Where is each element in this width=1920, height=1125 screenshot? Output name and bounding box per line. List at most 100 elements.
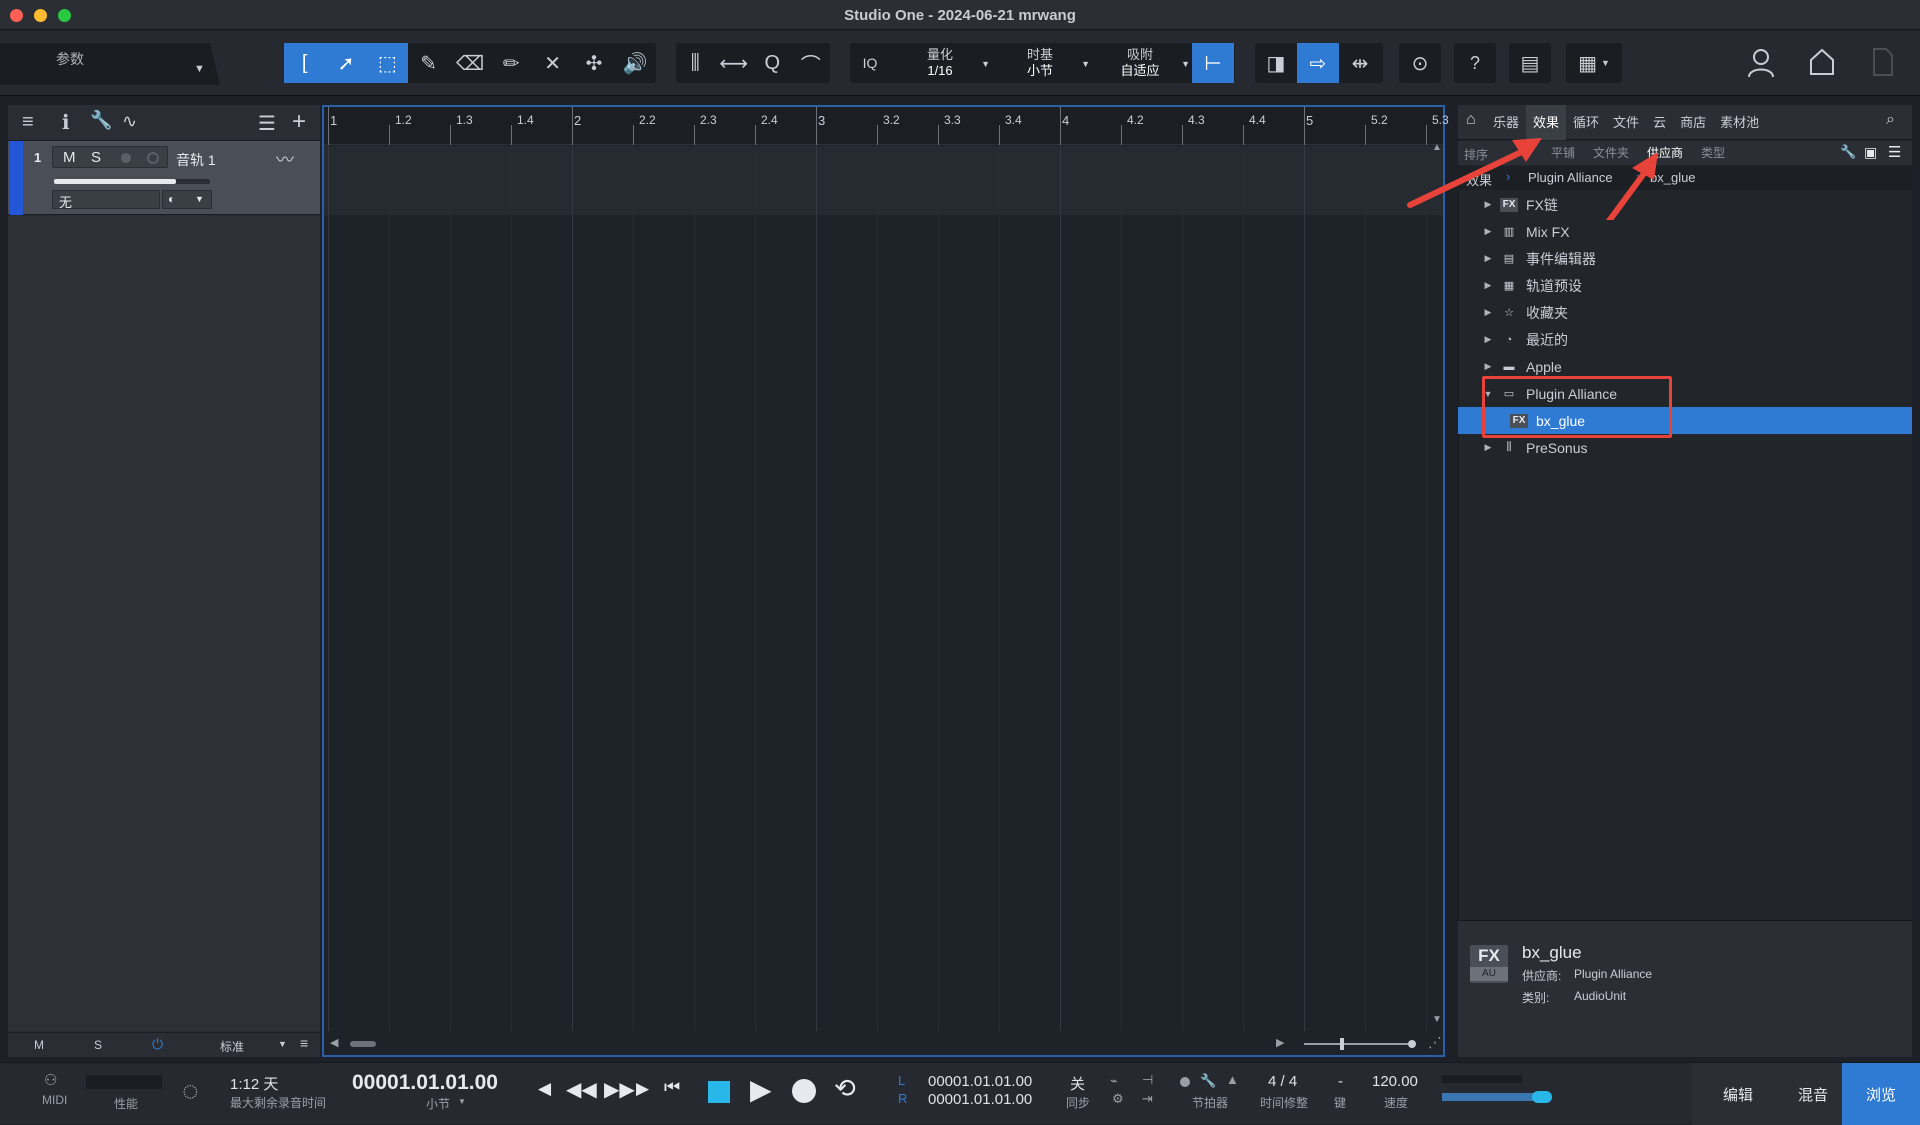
menu-icon[interactable]: ≡ [22, 111, 34, 134]
browse-page-button[interactable]: 浏览 [1842, 1063, 1920, 1125]
browser-tab[interactable]: 素材池 [1713, 105, 1766, 140]
scroll-left-icon[interactable]: ◀ [330, 1036, 338, 1049]
monitor-button[interactable] [147, 152, 159, 164]
precount-icon[interactable]: ⌁ [1110, 1073, 1118, 1089]
loop-start[interactable]: 00001.01.01.00 [928, 1073, 1032, 1090]
list-icon[interactable]: ☰ [1888, 143, 1901, 161]
caret-right-icon[interactable]: ▶ [1482, 226, 1494, 237]
horizontal-scroll-thumb[interactable] [350, 1041, 376, 1047]
wrench-icon[interactable]: 🔧 [90, 110, 112, 131]
marker-prev-button[interactable]: ◀ [538, 1079, 551, 1099]
power-icon[interactable]: ⏻ [152, 1036, 163, 1053]
paint-tool-button[interactable]: ✎ [408, 43, 449, 83]
home-button[interactable] [1807, 46, 1837, 78]
arrow-tool-button[interactable]: ➚ [325, 43, 367, 83]
caret-right-icon[interactable]: ▶ [1482, 442, 1494, 453]
volume-slider[interactable] [54, 179, 210, 184]
layout-grid-button[interactable]: ▦ ▼ [1566, 43, 1622, 83]
help-button[interactable]: ? [1454, 43, 1496, 83]
loop-end[interactable]: 00001.01.01.00 [928, 1091, 1032, 1108]
snap-toggle-button[interactable]: ⊢ [1192, 43, 1234, 83]
metronome-toggle[interactable] [1180, 1077, 1190, 1087]
video-button[interactable]: ▤ [1509, 43, 1551, 83]
bend-tool-button[interactable]: ✣ [573, 43, 614, 83]
timebase-selector[interactable]: 时基 小节 ▼ [990, 47, 1090, 79]
tree-item[interactable]: ▶ ▤ 事件编辑器 [1458, 245, 1912, 272]
sync-value[interactable]: 关 [1070, 1073, 1085, 1094]
eraser-tool-button[interactable]: ⌫ [449, 43, 490, 83]
tree-item[interactable]: ▶ ⫼ PreSonus [1458, 434, 1912, 461]
performance-meter[interactable] [86, 1075, 162, 1089]
info-icon[interactable]: ℹ [62, 110, 70, 135]
settings-gear-icon[interactable]: ⚙ [1112, 1091, 1124, 1107]
list-icon[interactable]: ≡ [300, 1035, 308, 1051]
vertical-scrollbar[interactable]: ▲ ▼ [1431, 142, 1443, 1031]
metronome-settings-icon[interactable]: 🔧 [1200, 1073, 1216, 1089]
footer-solo[interactable]: S [94, 1038, 102, 1052]
return-to-start-button[interactable]: ⏮ [664, 1077, 680, 1098]
tempo-value[interactable]: 120.00 [1372, 1073, 1418, 1090]
key-value[interactable]: - [1338, 1073, 1343, 1090]
track-name[interactable]: 音轨 1 [176, 150, 216, 170]
caret-right-icon[interactable]: ▶ [1482, 253, 1494, 264]
preroll-icon[interactable]: ⇥ [1142, 1091, 1153, 1107]
zoom-slider[interactable] [1304, 1038, 1416, 1050]
caret-right-icon[interactable]: ▶ [1482, 361, 1494, 372]
tree-item[interactable]: ▶ ◔ 最近的 [1458, 326, 1912, 353]
edit-page-button[interactable]: 编辑 [1692, 1063, 1784, 1125]
metronome-icon[interactable]: ▲ [1226, 1072, 1239, 1087]
iq-button[interactable]: IQ [850, 55, 890, 71]
mute-button[interactable]: M [63, 149, 76, 166]
solo-button[interactable]: S [91, 149, 101, 166]
fast-forward-button[interactable]: ▶▶ [604, 1077, 635, 1102]
select-box-tool-button[interactable]: ⬚ [366, 43, 408, 83]
footer-mute[interactable]: M [34, 1038, 44, 1052]
automation-icon[interactable]: ∿ [122, 111, 137, 132]
position-unit[interactable]: 小节 [426, 1095, 450, 1112]
tree-item[interactable]: ▶ ▦ 轨道预设 [1458, 272, 1912, 299]
punch-icon[interactable]: ⊣ [1142, 1072, 1153, 1088]
follow-button[interactable]: ◨ [1255, 43, 1297, 83]
quantize-selector[interactable]: 量化 1/16 ▼ [890, 47, 990, 79]
scroll-down-icon[interactable]: ▼ [1432, 1014, 1442, 1025]
play-button[interactable]: ▶ [750, 1073, 772, 1106]
range-tool-button[interactable]: [ [284, 43, 326, 83]
pencil-tool-button[interactable]: ✏ [491, 43, 532, 83]
listen-tool-button[interactable]: 🔊 [615, 43, 656, 83]
time-signature[interactable]: 4 / 4 [1268, 1073, 1297, 1090]
zoom-options-icon[interactable]: ⋰ [1428, 1034, 1442, 1051]
focus-button[interactable]: ⊙ [1399, 43, 1441, 83]
search-icon[interactable]: ⌕ [1886, 111, 1895, 129]
song-page-button[interactable] [1872, 47, 1894, 77]
loop-button[interactable]: ⟲ [834, 1073, 856, 1104]
add-track-icon[interactable]: + [292, 108, 306, 136]
snap-selector[interactable]: 吸附 自适应 ▼ [1090, 47, 1190, 79]
position-display[interactable]: 00001.01.01.00 [352, 1071, 498, 1095]
autoscroll-button[interactable]: ⇨ [1297, 43, 1339, 83]
input-selector[interactable]: 无 [52, 190, 160, 210]
stretch-button[interactable]: ⟷ [715, 43, 754, 83]
stop-button[interactable] [708, 1081, 730, 1103]
view-mode-label[interactable]: 标准 [220, 1038, 244, 1055]
output-selector[interactable]: ◐ ▼ [162, 190, 212, 209]
split-button[interactable]: ⫼ [676, 43, 715, 83]
tree-item[interactable]: ▶ ▥ Mix FX [1458, 218, 1912, 245]
wrench-icon[interactable]: 🔧 [1840, 144, 1856, 160]
record-button[interactable] [792, 1079, 816, 1103]
window-icon[interactable]: ▣ [1864, 144, 1877, 161]
tree-item[interactable]: ▶ ☆ 收藏夹 [1458, 299, 1912, 326]
scroll-right-icon[interactable]: ▶ [1276, 1036, 1284, 1049]
caret-right-icon[interactable]: ▶ [1482, 334, 1494, 345]
record-arm-button[interactable] [121, 153, 131, 163]
rewind-button[interactable]: ◀◀ [566, 1077, 597, 1102]
zoom-thumb[interactable] [1340, 1038, 1344, 1050]
groove-button[interactable]: ⌒ [792, 43, 831, 83]
caret-right-icon[interactable]: ▶ [1482, 280, 1494, 291]
list-options-icon[interactable]: ☰ [258, 111, 276, 136]
user-button[interactable] [1746, 47, 1776, 79]
caret-right-icon[interactable]: ▶ [1482, 307, 1494, 318]
mix-page-button[interactable]: 混音 [1784, 1063, 1842, 1125]
mute-tool-button[interactable]: ✕ [532, 43, 573, 83]
quantize-button[interactable]: Q [753, 43, 792, 83]
params-dropdown[interactable]: 参数 ▼ [0, 43, 220, 85]
